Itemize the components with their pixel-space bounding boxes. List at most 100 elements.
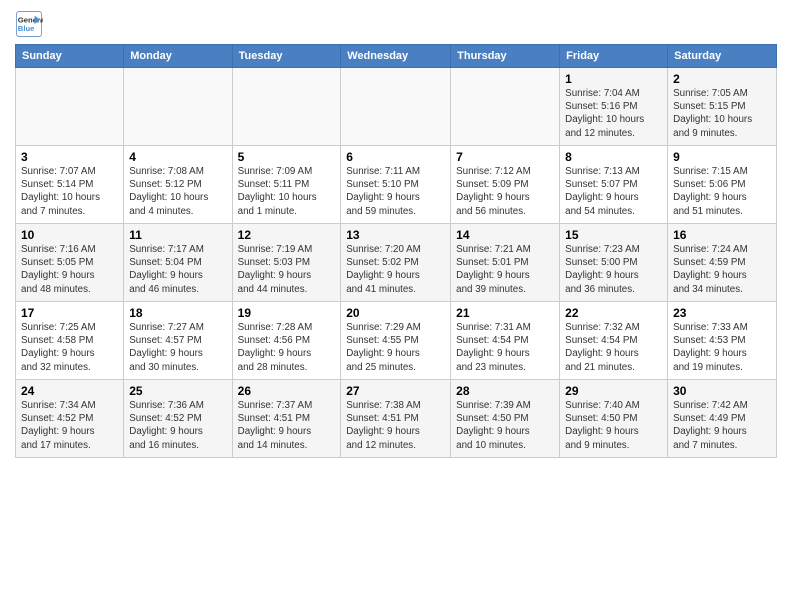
calendar-day-cell: 7Sunrise: 7:12 AMSunset: 5:09 PMDaylight… (451, 146, 560, 224)
day-number: 28 (456, 384, 554, 398)
day-info: Sunrise: 7:16 AMSunset: 5:05 PMDaylight:… (21, 243, 118, 296)
day-number: 12 (238, 228, 336, 242)
day-number: 10 (21, 228, 118, 242)
day-number: 22 (565, 306, 662, 320)
calendar-day-cell (451, 68, 560, 146)
day-info: Sunrise: 7:08 AMSunset: 5:12 PMDaylight:… (129, 165, 226, 218)
calendar-day-cell: 23Sunrise: 7:33 AMSunset: 4:53 PMDayligh… (668, 302, 777, 380)
logo-icon: General Blue (15, 10, 43, 38)
day-info: Sunrise: 7:38 AMSunset: 4:51 PMDaylight:… (346, 399, 445, 452)
calendar-day-cell: 26Sunrise: 7:37 AMSunset: 4:51 PMDayligh… (232, 380, 341, 458)
weekday-header-cell: Tuesday (232, 45, 341, 68)
calendar-day-cell: 16Sunrise: 7:24 AMSunset: 4:59 PMDayligh… (668, 224, 777, 302)
day-number: 14 (456, 228, 554, 242)
day-info: Sunrise: 7:19 AMSunset: 5:03 PMDaylight:… (238, 243, 336, 296)
day-info: Sunrise: 7:24 AMSunset: 4:59 PMDaylight:… (673, 243, 771, 296)
calendar-day-cell: 24Sunrise: 7:34 AMSunset: 4:52 PMDayligh… (16, 380, 124, 458)
day-info: Sunrise: 7:23 AMSunset: 5:00 PMDaylight:… (565, 243, 662, 296)
day-number: 7 (456, 150, 554, 164)
calendar-day-cell: 19Sunrise: 7:28 AMSunset: 4:56 PMDayligh… (232, 302, 341, 380)
day-number: 11 (129, 228, 226, 242)
calendar-day-cell: 18Sunrise: 7:27 AMSunset: 4:57 PMDayligh… (124, 302, 232, 380)
calendar-day-cell: 4Sunrise: 7:08 AMSunset: 5:12 PMDaylight… (124, 146, 232, 224)
calendar-day-cell: 14Sunrise: 7:21 AMSunset: 5:01 PMDayligh… (451, 224, 560, 302)
calendar-day-cell: 21Sunrise: 7:31 AMSunset: 4:54 PMDayligh… (451, 302, 560, 380)
day-number: 25 (129, 384, 226, 398)
day-info: Sunrise: 7:12 AMSunset: 5:09 PMDaylight:… (456, 165, 554, 218)
weekday-header-cell: Friday (560, 45, 668, 68)
day-info: Sunrise: 7:28 AMSunset: 4:56 PMDaylight:… (238, 321, 336, 374)
day-info: Sunrise: 7:05 AMSunset: 5:15 PMDaylight:… (673, 87, 771, 140)
calendar-week-row: 3Sunrise: 7:07 AMSunset: 5:14 PMDaylight… (16, 146, 777, 224)
day-number: 13 (346, 228, 445, 242)
day-number: 23 (673, 306, 771, 320)
day-info: Sunrise: 7:34 AMSunset: 4:52 PMDaylight:… (21, 399, 118, 452)
calendar-header-row: SundayMondayTuesdayWednesdayThursdayFrid… (16, 45, 777, 68)
calendar-day-cell: 17Sunrise: 7:25 AMSunset: 4:58 PMDayligh… (16, 302, 124, 380)
page-container: General Blue SundayMondayTuesdayWednesda… (0, 0, 792, 463)
day-number: 29 (565, 384, 662, 398)
day-number: 6 (346, 150, 445, 164)
calendar-day-cell: 8Sunrise: 7:13 AMSunset: 5:07 PMDaylight… (560, 146, 668, 224)
day-info: Sunrise: 7:37 AMSunset: 4:51 PMDaylight:… (238, 399, 336, 452)
day-info: Sunrise: 7:31 AMSunset: 4:54 PMDaylight:… (456, 321, 554, 374)
day-info: Sunrise: 7:04 AMSunset: 5:16 PMDaylight:… (565, 87, 662, 140)
calendar-day-cell: 25Sunrise: 7:36 AMSunset: 4:52 PMDayligh… (124, 380, 232, 458)
calendar-day-cell: 27Sunrise: 7:38 AMSunset: 4:51 PMDayligh… (341, 380, 451, 458)
day-info: Sunrise: 7:27 AMSunset: 4:57 PMDaylight:… (129, 321, 226, 374)
calendar-day-cell: 5Sunrise: 7:09 AMSunset: 5:11 PMDaylight… (232, 146, 341, 224)
day-number: 16 (673, 228, 771, 242)
day-number: 9 (673, 150, 771, 164)
calendar-day-cell: 15Sunrise: 7:23 AMSunset: 5:00 PMDayligh… (560, 224, 668, 302)
day-number: 21 (456, 306, 554, 320)
calendar-day-cell: 28Sunrise: 7:39 AMSunset: 4:50 PMDayligh… (451, 380, 560, 458)
day-info: Sunrise: 7:11 AMSunset: 5:10 PMDaylight:… (346, 165, 445, 218)
calendar-week-row: 17Sunrise: 7:25 AMSunset: 4:58 PMDayligh… (16, 302, 777, 380)
day-number: 8 (565, 150, 662, 164)
calendar-day-cell (232, 68, 341, 146)
calendar-day-cell: 6Sunrise: 7:11 AMSunset: 5:10 PMDaylight… (341, 146, 451, 224)
day-info: Sunrise: 7:42 AMSunset: 4:49 PMDaylight:… (673, 399, 771, 452)
calendar-week-row: 24Sunrise: 7:34 AMSunset: 4:52 PMDayligh… (16, 380, 777, 458)
calendar-day-cell: 22Sunrise: 7:32 AMSunset: 4:54 PMDayligh… (560, 302, 668, 380)
weekday-header-cell: Sunday (16, 45, 124, 68)
day-number: 4 (129, 150, 226, 164)
day-number: 18 (129, 306, 226, 320)
day-number: 2 (673, 72, 771, 86)
day-number: 27 (346, 384, 445, 398)
day-info: Sunrise: 7:33 AMSunset: 4:53 PMDaylight:… (673, 321, 771, 374)
calendar-day-cell: 29Sunrise: 7:40 AMSunset: 4:50 PMDayligh… (560, 380, 668, 458)
day-info: Sunrise: 7:21 AMSunset: 5:01 PMDaylight:… (456, 243, 554, 296)
calendar-day-cell: 11Sunrise: 7:17 AMSunset: 5:04 PMDayligh… (124, 224, 232, 302)
day-info: Sunrise: 7:36 AMSunset: 4:52 PMDaylight:… (129, 399, 226, 452)
calendar-day-cell: 2Sunrise: 7:05 AMSunset: 5:15 PMDaylight… (668, 68, 777, 146)
logo: General Blue (15, 10, 43, 38)
header: General Blue (15, 10, 777, 38)
calendar-day-cell: 30Sunrise: 7:42 AMSunset: 4:49 PMDayligh… (668, 380, 777, 458)
day-info: Sunrise: 7:17 AMSunset: 5:04 PMDaylight:… (129, 243, 226, 296)
day-number: 19 (238, 306, 336, 320)
day-number: 1 (565, 72, 662, 86)
day-number: 3 (21, 150, 118, 164)
day-info: Sunrise: 7:15 AMSunset: 5:06 PMDaylight:… (673, 165, 771, 218)
calendar-body: 1Sunrise: 7:04 AMSunset: 5:16 PMDaylight… (16, 68, 777, 458)
weekday-header-cell: Saturday (668, 45, 777, 68)
day-number: 26 (238, 384, 336, 398)
svg-text:Blue: Blue (18, 24, 35, 33)
calendar-day-cell (124, 68, 232, 146)
day-number: 30 (673, 384, 771, 398)
day-number: 20 (346, 306, 445, 320)
weekday-header-cell: Monday (124, 45, 232, 68)
calendar-day-cell: 9Sunrise: 7:15 AMSunset: 5:06 PMDaylight… (668, 146, 777, 224)
day-info: Sunrise: 7:29 AMSunset: 4:55 PMDaylight:… (346, 321, 445, 374)
day-number: 5 (238, 150, 336, 164)
calendar-table: SundayMondayTuesdayWednesdayThursdayFrid… (15, 44, 777, 458)
calendar-day-cell (341, 68, 451, 146)
day-number: 24 (21, 384, 118, 398)
calendar-day-cell: 1Sunrise: 7:04 AMSunset: 5:16 PMDaylight… (560, 68, 668, 146)
day-info: Sunrise: 7:20 AMSunset: 5:02 PMDaylight:… (346, 243, 445, 296)
day-info: Sunrise: 7:40 AMSunset: 4:50 PMDaylight:… (565, 399, 662, 452)
calendar-day-cell: 12Sunrise: 7:19 AMSunset: 5:03 PMDayligh… (232, 224, 341, 302)
day-info: Sunrise: 7:13 AMSunset: 5:07 PMDaylight:… (565, 165, 662, 218)
weekday-header-cell: Wednesday (341, 45, 451, 68)
